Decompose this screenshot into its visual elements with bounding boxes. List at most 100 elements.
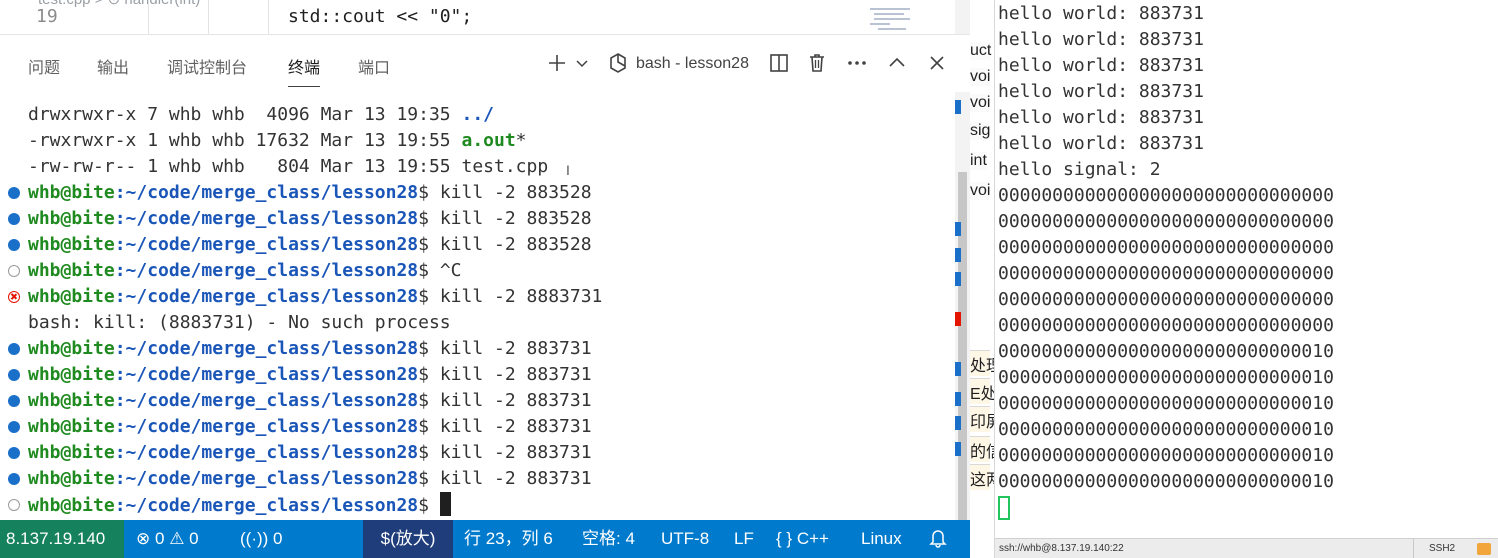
ssh-output-line[interactable]: hello world: 883731 xyxy=(998,27,1204,53)
terminal-line[interactable]: whb@bite:~/code/merge_class/lesson28$ ki… xyxy=(28,414,592,440)
eol-status[interactable]: LF xyxy=(734,520,754,558)
new-terminal-button[interactable] xyxy=(545,49,569,77)
command-status-icon[interactable] xyxy=(8,265,20,277)
terminal-scrollbar[interactable] xyxy=(955,92,970,522)
terminal-line[interactable]: whb@bite:~/code/merge_class/lesson28$ ki… xyxy=(28,362,592,388)
prompt-user: whb@bite xyxy=(28,390,115,411)
terminal-line[interactable]: whb@bite:~/code/merge_class/lesson28$ ki… xyxy=(28,180,592,206)
terminal-line[interactable]: drwxrwxr-x 7 whb whb 4096 Mar 13 19:35 .… xyxy=(28,102,494,128)
command-status-icon[interactable] xyxy=(8,187,20,199)
terminal-output[interactable]: drwxrwxr-x 7 whb whb 4096 Mar 13 19:35 .… xyxy=(0,92,955,520)
code-fragment: voi xyxy=(970,182,991,200)
tab-terminal[interactable]: 终端 xyxy=(288,54,321,87)
split-terminal-button[interactable] xyxy=(767,49,791,77)
plus-icon xyxy=(549,55,565,71)
more-actions-button[interactable] xyxy=(845,49,869,77)
close-panel-button[interactable] xyxy=(925,49,949,77)
command-status-icon[interactable] xyxy=(8,291,20,303)
prompt-user: whb@bite xyxy=(28,208,115,229)
prompt-sign: $ xyxy=(418,416,440,437)
ssh-output-line[interactable]: hello world: 883731 xyxy=(998,105,1204,131)
platform-status[interactable]: Linux xyxy=(861,520,902,558)
command-status-icon[interactable] xyxy=(8,213,20,225)
tab-ports[interactable]: 端口 xyxy=(358,54,390,78)
indent-guide xyxy=(148,0,149,34)
ssh-output-line[interactable]: 0000000000000000000000000000010 xyxy=(998,391,1334,417)
ssh-output-line[interactable]: 0000000000000000000000000000010 xyxy=(998,469,1334,495)
editor-area[interactable]: test.cpp > ⊙ handler(int) 19 std::cout <… xyxy=(0,0,970,34)
prompt-path: :~/code/merge_class/lesson28 xyxy=(114,338,419,359)
command-status-icon[interactable] xyxy=(8,343,20,355)
split-icon xyxy=(770,54,788,72)
zoom-mode-indicator[interactable]: $(放大) xyxy=(363,520,453,558)
vscode-window: test.cpp > ⊙ handler(int) 19 std::cout <… xyxy=(0,0,970,558)
command-text: ^C xyxy=(439,260,462,281)
remote-indicator[interactable]: 8.137.19.140 xyxy=(0,520,124,558)
ssh-output-line[interactable]: 0000000000000000000000000000000 xyxy=(998,235,1334,261)
command-status-icon[interactable] xyxy=(8,499,20,511)
minimap[interactable] xyxy=(860,6,920,34)
terminal-cursor xyxy=(439,492,451,516)
notifications-button[interactable] xyxy=(929,520,947,558)
command-status-icon[interactable] xyxy=(8,447,20,459)
ssh-output-line[interactable]: 0000000000000000000000000000000 xyxy=(998,209,1334,235)
code-fragment: voi xyxy=(970,68,991,86)
ssh-output-line[interactable]: 0000000000000000000000000000000 xyxy=(998,287,1334,313)
terminal-line[interactable]: whb@bite:~/code/merge_class/lesson28$ ki… xyxy=(28,232,592,258)
terminal-line[interactable]: whb@bite:~/code/merge_class/lesson28$ ki… xyxy=(28,336,592,362)
prompt-user: whb@bite xyxy=(28,495,115,516)
tab-output[interactable]: 输出 xyxy=(97,54,129,78)
terminal-profile-icon-wrap[interactable] xyxy=(605,49,631,77)
encoding-status[interactable]: UTF-8 xyxy=(661,520,709,558)
command-text: kill -2 883731 xyxy=(439,468,592,489)
indentation-status[interactable]: 空格: 4 xyxy=(582,520,635,558)
document-fragment: 印屏 xyxy=(970,414,994,431)
language-status[interactable]: { } C++ xyxy=(776,520,829,558)
terminal-line[interactable]: whb@bite:~/code/merge_class/lesson28$ ^C xyxy=(28,258,462,284)
cursor-position[interactable]: 行 23，列 6 xyxy=(464,520,553,558)
editor-code-line[interactable]: std::cout << "0"; xyxy=(288,6,472,27)
ssh-output-line[interactable]: 0000000000000000000000000000010 xyxy=(998,339,1334,365)
terminal-line[interactable]: -rw-rw-r-- 1 whb whb 804 Mar 13 19:55 te… xyxy=(28,154,548,180)
ssh-terminal-window[interactable]: hello world: 883731 hello world: 883731 he… xyxy=(994,0,1498,558)
background-window-strip: uct voi voi sig int voi 处理 E处印屏的信这两 xyxy=(970,0,994,558)
editor-breadcrumb[interactable]: test.cpp > ⊙ handler(int) xyxy=(38,0,200,8)
terminal-line[interactable]: whb@bite:~/code/merge_class/lesson28$ ki… xyxy=(28,440,592,466)
ssh-output-line[interactable]: 0000000000000000000000000000000 xyxy=(998,261,1334,287)
command-status-icon[interactable] xyxy=(8,421,20,433)
command-status-icon[interactable] xyxy=(8,239,20,251)
terminal-line[interactable]: whb@bite:~/code/merge_class/lesson28$ ki… xyxy=(28,466,592,492)
ssh-output-line[interactable]: 0000000000000000000000000000000 xyxy=(998,313,1334,339)
maximize-panel-button[interactable] xyxy=(885,49,909,77)
ssh-output-line[interactable]: 0000000000000000000000000000000 xyxy=(998,183,1334,209)
executable-name: a.out xyxy=(461,130,516,151)
command-status-icon[interactable] xyxy=(8,473,20,485)
terminal-name[interactable]: bash - lesson28 xyxy=(636,55,749,73)
prompt-path: :~/code/merge_class/lesson28 xyxy=(114,208,419,229)
ssh-output-line[interactable]: hello world: 883731 xyxy=(998,79,1204,105)
prompt-user: whb@bite xyxy=(28,260,115,281)
ssh-output-line[interactable]: 0000000000000000000000000000010 xyxy=(998,417,1334,443)
terminal-line[interactable]: whb@bite:~/code/merge_class/lesson28$ ki… xyxy=(28,206,592,232)
ssh-output-line[interactable]: hello world: 883731 xyxy=(998,53,1204,79)
ssh-output-line[interactable]: hello world: 883731 xyxy=(998,131,1204,157)
ssh-output-line[interactable]: hello signal: 2 xyxy=(998,157,1161,183)
terminal-line[interactable]: whb@bite:~/code/merge_class/lesson28$ ki… xyxy=(28,284,602,310)
terminal-line[interactable]: -rwxrwxr-x 1 whb whb 17632 Mar 13 19:55 … xyxy=(28,128,527,154)
command-status-icon[interactable] xyxy=(8,395,20,407)
kill-terminal-button[interactable] xyxy=(805,49,829,77)
tab-debug-console[interactable]: 调试控制台 xyxy=(167,54,247,78)
terminal-line[interactable]: bash: kill: (8883731) - No such process xyxy=(28,310,451,336)
ports-status[interactable]: ((·)) 0 xyxy=(240,520,283,558)
command-status-icon[interactable] xyxy=(8,369,20,381)
ssh-output-line[interactable]: hello world: 883731 xyxy=(998,1,1204,27)
problems-status[interactable]: ⊗ 0 ⚠ 0 xyxy=(136,520,199,558)
editor-scrollbar[interactable] xyxy=(955,0,970,34)
tab-problems[interactable]: 问题 xyxy=(28,54,60,78)
terminal-line[interactable]: whb@bite:~/code/merge_class/lesson28$ ki… xyxy=(28,388,592,414)
ssh-output-line[interactable]: 0000000000000000000000000000010 xyxy=(998,365,1334,391)
terminal-line[interactable]: whb@bite:~/code/merge_class/lesson28$ xyxy=(28,492,451,518)
scroll-mark xyxy=(955,248,961,262)
ssh-output-line[interactable]: 0000000000000000000000000000010 xyxy=(998,443,1334,469)
terminal-profiles-button[interactable] xyxy=(573,49,591,77)
